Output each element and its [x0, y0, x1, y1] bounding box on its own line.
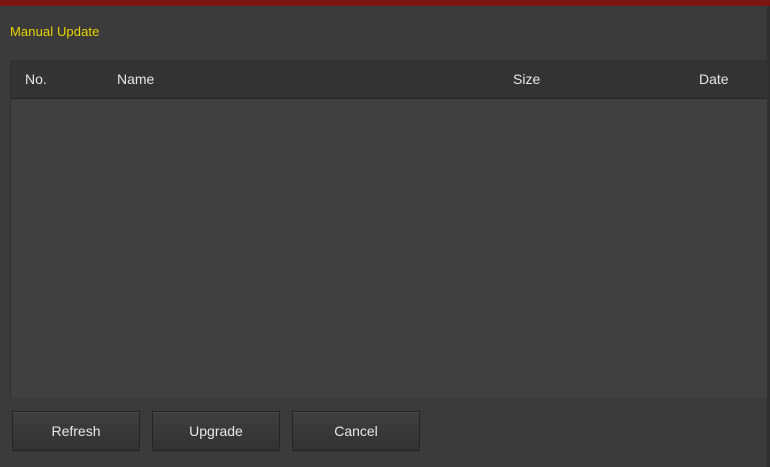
column-header-name: Name: [117, 71, 155, 87]
refresh-button[interactable]: Refresh: [12, 411, 140, 451]
column-header-size: Size: [513, 71, 541, 87]
column-header-no: No.: [25, 71, 47, 87]
table-header: No. Name Size Date: [11, 60, 767, 99]
cancel-button[interactable]: Cancel: [292, 411, 420, 451]
section-title: Manual Update: [10, 24, 100, 39]
table-body[interactable]: [11, 99, 767, 398]
column-header-date: Date: [699, 71, 729, 87]
upgrade-button[interactable]: Upgrade: [152, 411, 280, 451]
manual-update-panel: Manual Update No. Name Size Date Refresh…: [0, 6, 770, 467]
file-table: No. Name Size Date: [10, 60, 767, 398]
